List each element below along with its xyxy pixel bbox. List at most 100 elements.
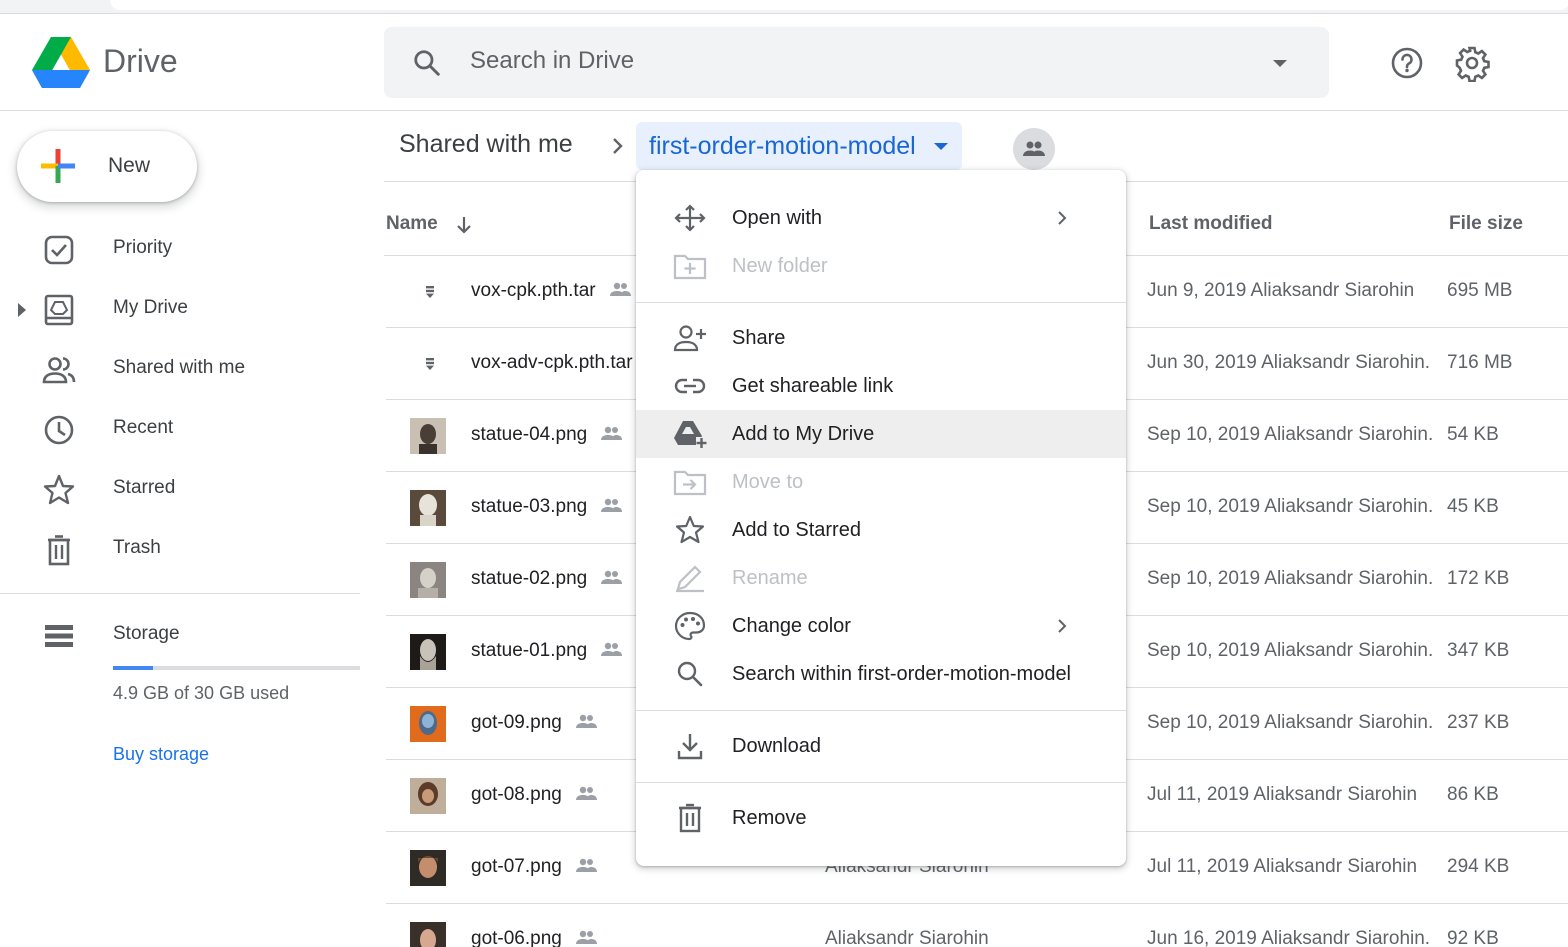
search-input[interactable]: Search in Drive [470, 47, 634, 75]
file-name: vox-adv-cpk.pth.tar [471, 352, 633, 374]
image-thumbnail [410, 418, 446, 454]
menu-item-label: Rename [732, 567, 808, 589]
column-header-name[interactable]: Name [386, 213, 438, 235]
search-icon[interactable] [412, 48, 442, 78]
sidebar-item-label: Trash [113, 537, 161, 558]
move-arrows-icon [674, 204, 706, 232]
new-button[interactable]: New [17, 131, 197, 202]
move-folder-icon [673, 470, 707, 496]
expand-caret-icon[interactable] [18, 303, 26, 317]
file-name-text: statue-04.png [471, 424, 588, 445]
header: Drive Search in Drive [0, 14, 1568, 111]
file-last-modified: Sep 10, 2019 Aliaksandr Siarohin. [1147, 424, 1434, 445]
archive-icon [426, 286, 434, 298]
breadcrumb-shared-with-me[interactable]: Shared with me [399, 130, 573, 159]
menu-item-add-to-my-drive[interactable]: Add to My Drive [636, 410, 1126, 458]
column-header-last-modified[interactable]: Last modified [1149, 213, 1273, 235]
table-row[interactable]: got-06.png Aliaksandr Siarohin Jun 16, 2… [386, 904, 1568, 947]
star-icon [43, 474, 75, 505]
sort-arrow-down-icon[interactable] [453, 214, 475, 236]
download-icon [677, 734, 703, 760]
sidebar-item-label: Priority [113, 237, 173, 258]
file-size: 54 KB [1447, 424, 1499, 445]
image-thumbnail [410, 634, 446, 670]
file-name: got-08.png [471, 784, 598, 806]
sidebar-item-trash[interactable]: Trash [0, 522, 360, 578]
drive-add-icon [674, 421, 707, 448]
buy-storage-link[interactable]: Buy storage [113, 744, 209, 765]
image-thumbnail [410, 778, 446, 814]
file-name-text: got-08.png [471, 784, 562, 805]
menu-item-open-with[interactable]: Open with [636, 194, 1126, 242]
menu-item-share[interactable]: Share [636, 314, 1126, 362]
storage-label: Storage [113, 623, 180, 644]
file-size: 237 KB [1447, 712, 1510, 733]
sidebar-item-shared-with-me[interactable]: Shared with me [0, 342, 360, 398]
file-last-modified: Sep 10, 2019 Aliaksandr Siarohin. [1147, 568, 1434, 589]
storage-usage-fill [113, 666, 154, 670]
help-icon[interactable] [1388, 44, 1426, 82]
menu-item-label: Share [732, 327, 786, 349]
person-add-icon [673, 325, 706, 352]
menu-item-search-within-folder[interactable]: Search within first-order-motion-model [636, 650, 1126, 698]
sidebar-item-starred[interactable]: Starred [0, 462, 360, 518]
column-header-file-size[interactable]: File size [1449, 213, 1523, 235]
menu-divider [636, 710, 1126, 711]
new-button-label: New [108, 154, 151, 177]
pencil-icon [676, 565, 704, 593]
file-name: statue-01.png [471, 640, 623, 662]
sidebar-item-storage[interactable]: Storage [0, 608, 360, 664]
plus-icon [41, 149, 75, 183]
image-thumbnail [410, 490, 446, 526]
people-icon [42, 357, 76, 384]
sidebar-item-my-drive[interactable]: My Drive [0, 282, 360, 338]
sidebar-item-priority[interactable]: Priority [0, 222, 360, 278]
sidebar-item-label: My Drive [113, 297, 188, 318]
context-menu: Open with New folder Share Get shareable… [636, 170, 1126, 866]
my-drive-icon [44, 294, 74, 326]
search-bar[interactable]: Search in Drive [384, 27, 1329, 98]
link-icon [674, 378, 706, 394]
browser-toolbar [0, 0, 1568, 14]
file-size: 347 KB [1447, 640, 1510, 661]
menu-item-rename: Rename [636, 554, 1126, 602]
file-name-text: vox-cpk.pth.tar [471, 280, 596, 301]
menu-item-label: Download [732, 735, 821, 757]
archive-icon [426, 358, 434, 370]
menu-item-new-folder: New folder [636, 242, 1126, 290]
menu-item-label: New folder [732, 255, 828, 277]
gear-icon[interactable] [1453, 44, 1491, 82]
file-last-modified: Jun 16, 2019 Aliaksandr Siarohin. [1147, 928, 1431, 947]
shared-icon [601, 570, 623, 584]
menu-item-label: Remove [732, 807, 807, 829]
file-name: statue-03.png [471, 496, 623, 518]
app-title: Drive [103, 43, 178, 79]
priority-icon [44, 235, 74, 265]
shared-icon [575, 930, 597, 944]
storage-usage-bar [113, 666, 360, 670]
menu-divider [636, 302, 1126, 303]
shared-icon [575, 858, 597, 872]
breadcrumb-current-folder[interactable]: first-order-motion-model [636, 122, 962, 170]
menu-item-label: Move to [732, 471, 804, 493]
shared-folder-icon[interactable] [1013, 128, 1055, 170]
file-owner: Aliaksandr Siarohin [825, 928, 989, 947]
menu-item-download[interactable]: Download [636, 722, 1126, 770]
menu-item-add-to-starred[interactable]: Add to Starred [636, 506, 1126, 554]
new-folder-icon [673, 254, 707, 280]
menu-item-change-color[interactable]: Change color [636, 602, 1126, 650]
sidebar-item-label: Starred [113, 477, 176, 498]
menu-item-label: Search within first-order-motion-model [732, 663, 1072, 685]
address-bar[interactable] [110, 0, 1568, 10]
menu-item-get-shareable-link[interactable]: Get shareable link [636, 362, 1126, 410]
image-thumbnail [410, 922, 446, 947]
sidebar-item-recent[interactable]: Recent [0, 402, 360, 458]
menu-item-remove[interactable]: Remove [636, 794, 1126, 842]
file-name-text: statue-01.png [471, 640, 588, 661]
file-name-text: got-09.png [471, 712, 562, 733]
drive-logo-icon[interactable] [32, 37, 90, 89]
search-options-dropdown-icon[interactable] [1268, 54, 1292, 72]
chevron-right-icon [613, 138, 623, 154]
file-name: statue-04.png [471, 424, 623, 446]
sidebar-divider [0, 593, 360, 594]
